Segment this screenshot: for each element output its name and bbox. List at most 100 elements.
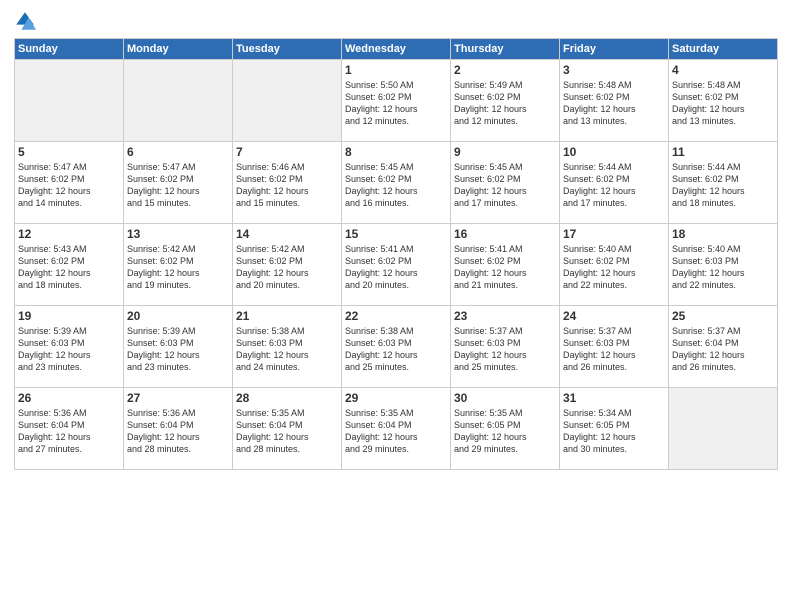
header: [14, 10, 778, 32]
weekday-header-friday: Friday: [560, 39, 669, 60]
calendar-cell: 26 Sunrise: 5:36 AM Sunset: 6:04 PM Dayli…: [15, 388, 124, 470]
day-number: 29: [345, 391, 447, 405]
day-number: 5: [18, 145, 120, 159]
weekday-header-thursday: Thursday: [451, 39, 560, 60]
day-number: 24: [563, 309, 665, 323]
calendar-cell: 14 Sunrise: 5:42 AM Sunset: 6:02 PM Dayli…: [233, 224, 342, 306]
day-number: 8: [345, 145, 447, 159]
day-info: Sunrise: 5:48 AM Sunset: 6:02 PM Dayligh…: [672, 79, 774, 128]
day-number: 25: [672, 309, 774, 323]
calendar-cell: 17 Sunrise: 5:40 AM Sunset: 6:02 PM Dayli…: [560, 224, 669, 306]
day-number: 28: [236, 391, 338, 405]
calendar-cell: 23Sunrise: 5:37 AM Sunset: 6:03 PM Dayli…: [451, 306, 560, 388]
day-number: 3: [563, 63, 665, 77]
day-number: 11: [672, 145, 774, 159]
calendar-cell: 19 Sunrise: 5:39 AM Sunset: 6:03 PM Dayli…: [15, 306, 124, 388]
day-number: 6: [127, 145, 229, 159]
day-info: Sunrise: 5:35 AM Sunset: 6:05 PM Dayligh…: [454, 407, 556, 456]
calendar-cell: [15, 60, 124, 142]
calendar-cell: 7 Sunrise: 5:46 AM Sunset: 6:02 PM Daylig…: [233, 142, 342, 224]
calendar-cell: 13 Sunrise: 5:42 AM Sunset: 6:02 PM Dayli…: [124, 224, 233, 306]
day-number: 2: [454, 63, 556, 77]
calendar-week-2: 5 Sunrise: 5:47 AM Sunset: 6:02 PM Daylig…: [15, 142, 778, 224]
day-number: 31: [563, 391, 665, 405]
calendar-cell: 4 Sunrise: 5:48 AM Sunset: 6:02 PM Daylig…: [669, 60, 778, 142]
calendar-cell: 1 Sunrise: 5:50 AM Sunset: 6:02 PM Daylig…: [342, 60, 451, 142]
calendar-cell: 12 Sunrise: 5:43 AM Sunset: 6:02 PM Dayli…: [15, 224, 124, 306]
day-number: 13: [127, 227, 229, 241]
calendar-cell: 10 Sunrise: 5:44 AM Sunset: 6:02 PM Dayli…: [560, 142, 669, 224]
calendar-week-4: 19 Sunrise: 5:39 AM Sunset: 6:03 PM Dayli…: [15, 306, 778, 388]
calendar-cell: 27 Sunrise: 5:36 AM Sunset: 6:04 PM Dayli…: [124, 388, 233, 470]
calendar-cell: 31 Sunrise: 5:34 AM Sunset: 6:05 PM Dayli…: [560, 388, 669, 470]
day-number: 7: [236, 145, 338, 159]
calendar-cell: 20 Sunrise: 5:39 AM Sunset: 6:03 PM Dayli…: [124, 306, 233, 388]
day-number: 9: [454, 145, 556, 159]
weekday-header-saturday: Saturday: [669, 39, 778, 60]
calendar-cell: 16 Sunrise: 5:41 AM Sunset: 6:02 PM Dayli…: [451, 224, 560, 306]
day-info: Sunrise: 5:41 AM Sunset: 6:02 PM Dayligh…: [345, 243, 447, 292]
day-info: Sunrise: 5:37 AM Sunset: 6:04 PM Dayligh…: [672, 325, 774, 374]
day-info: Sunrise: 5:43 AM Sunset: 6:02 PM Dayligh…: [18, 243, 120, 292]
day-info: Sunrise: 5:47 AM Sunset: 6:02 PM Dayligh…: [18, 161, 120, 210]
day-number: 19: [18, 309, 120, 323]
calendar-cell: 29Sunrise: 5:35 AM Sunset: 6:04 PM Dayli…: [342, 388, 451, 470]
day-info: Sunrise: 5:44 AM Sunset: 6:02 PM Dayligh…: [563, 161, 665, 210]
day-info: Sunrise: 5:40 AM Sunset: 6:02 PM Dayligh…: [563, 243, 665, 292]
day-info: Sunrise: 5:34 AM Sunset: 6:05 PM Dayligh…: [563, 407, 665, 456]
weekday-header-sunday: Sunday: [15, 39, 124, 60]
day-info: Sunrise: 5:46 AM Sunset: 6:02 PM Dayligh…: [236, 161, 338, 210]
day-info: Sunrise: 5:39 AM Sunset: 6:03 PM Dayligh…: [127, 325, 229, 374]
day-info: Sunrise: 5:50 AM Sunset: 6:02 PM Dayligh…: [345, 79, 447, 128]
weekday-header-wednesday: Wednesday: [342, 39, 451, 60]
logo-icon: [14, 10, 36, 32]
day-info: Sunrise: 5:44 AM Sunset: 6:02 PM Dayligh…: [672, 161, 774, 210]
calendar-cell: 3 Sunrise: 5:48 AM Sunset: 6:02 PM Daylig…: [560, 60, 669, 142]
weekday-header-monday: Monday: [124, 39, 233, 60]
day-number: 20: [127, 309, 229, 323]
calendar-cell: 28 Sunrise: 5:35 AM Sunset: 6:04 PM Dayli…: [233, 388, 342, 470]
calendar-cell: 22Sunrise: 5:38 AM Sunset: 6:03 PM Dayli…: [342, 306, 451, 388]
day-info: Sunrise: 5:48 AM Sunset: 6:02 PM Dayligh…: [563, 79, 665, 128]
day-number: 14: [236, 227, 338, 241]
day-info: Sunrise: 5:47 AM Sunset: 6:02 PM Dayligh…: [127, 161, 229, 210]
calendar-cell: 21 Sunrise: 5:38 AM Sunset: 6:03 PM Dayli…: [233, 306, 342, 388]
day-info: Sunrise: 5:36 AM Sunset: 6:04 PM Dayligh…: [18, 407, 120, 456]
calendar-cell: 5 Sunrise: 5:47 AM Sunset: 6:02 PM Daylig…: [15, 142, 124, 224]
calendar-week-1: 1 Sunrise: 5:50 AM Sunset: 6:02 PM Daylig…: [15, 60, 778, 142]
day-info: Sunrise: 5:36 AM Sunset: 6:04 PM Dayligh…: [127, 407, 229, 456]
day-info: Sunrise: 5:42 AM Sunset: 6:02 PM Dayligh…: [236, 243, 338, 292]
day-info: Sunrise: 5:41 AM Sunset: 6:02 PM Dayligh…: [454, 243, 556, 292]
calendar-cell: 11 Sunrise: 5:44 AM Sunset: 6:02 PM Dayli…: [669, 142, 778, 224]
calendar-cell: 18Sunrise: 5:40 AM Sunset: 6:03 PM Dayli…: [669, 224, 778, 306]
day-number: 4: [672, 63, 774, 77]
day-number: 21: [236, 309, 338, 323]
day-info: Sunrise: 5:40 AM Sunset: 6:03 PM Dayligh…: [672, 243, 774, 292]
calendar-cell: 2Sunrise: 5:49 AM Sunset: 6:02 PM Daylig…: [451, 60, 560, 142]
day-info: Sunrise: 5:37 AM Sunset: 6:03 PM Dayligh…: [563, 325, 665, 374]
day-number: 17: [563, 227, 665, 241]
day-number: 15: [345, 227, 447, 241]
calendar-cell: [669, 388, 778, 470]
day-number: 12: [18, 227, 120, 241]
day-info: Sunrise: 5:38 AM Sunset: 6:03 PM Dayligh…: [236, 325, 338, 374]
day-number: 16: [454, 227, 556, 241]
day-number: 27: [127, 391, 229, 405]
day-info: Sunrise: 5:35 AM Sunset: 6:04 PM Dayligh…: [236, 407, 338, 456]
day-info: Sunrise: 5:45 AM Sunset: 6:02 PM Dayligh…: [454, 161, 556, 210]
day-number: 10: [563, 145, 665, 159]
day-info: Sunrise: 5:45 AM Sunset: 6:02 PM Dayligh…: [345, 161, 447, 210]
calendar-cell: 25 Sunrise: 5:37 AM Sunset: 6:04 PM Dayli…: [669, 306, 778, 388]
calendar-cell: 6 Sunrise: 5:47 AM Sunset: 6:02 PM Daylig…: [124, 142, 233, 224]
page: SundayMondayTuesdayWednesdayThursdayFrid…: [0, 0, 792, 612]
day-number: 26: [18, 391, 120, 405]
day-info: Sunrise: 5:39 AM Sunset: 6:03 PM Dayligh…: [18, 325, 120, 374]
day-info: Sunrise: 5:42 AM Sunset: 6:02 PM Dayligh…: [127, 243, 229, 292]
calendar-cell: 8 Sunrise: 5:45 AM Sunset: 6:02 PM Daylig…: [342, 142, 451, 224]
day-number: 1: [345, 63, 447, 77]
calendar-week-5: 26 Sunrise: 5:36 AM Sunset: 6:04 PM Dayli…: [15, 388, 778, 470]
weekday-header-tuesday: Tuesday: [233, 39, 342, 60]
calendar-table: SundayMondayTuesdayWednesdayThursdayFrid…: [14, 38, 778, 470]
logo: [14, 10, 40, 32]
day-number: 30: [454, 391, 556, 405]
